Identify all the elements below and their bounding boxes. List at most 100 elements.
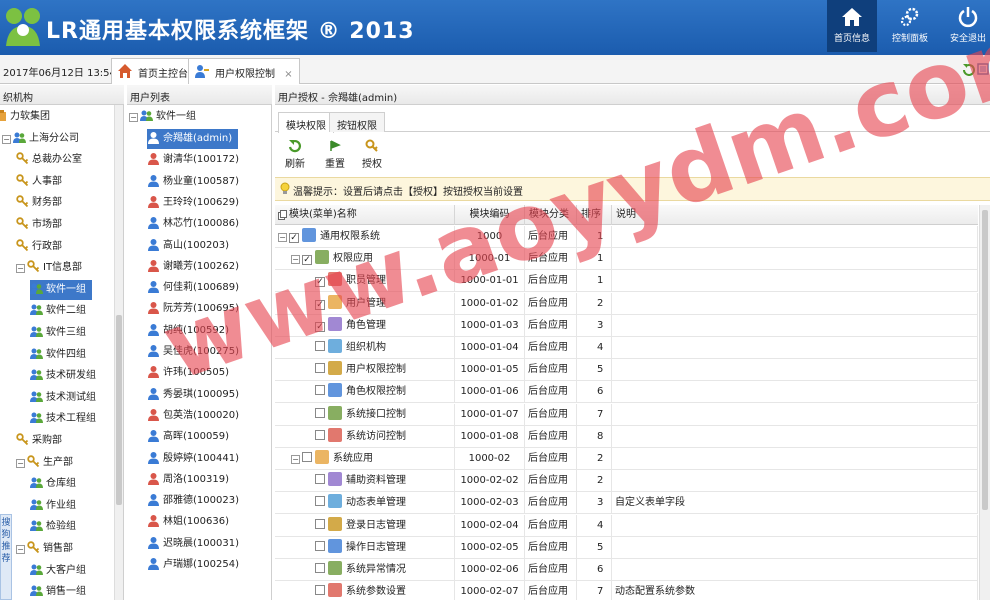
module-checkbox[interactable] bbox=[315, 563, 325, 573]
org-item[interactable]: 软件二组 bbox=[30, 301, 86, 321]
module-checkbox[interactable] bbox=[315, 385, 325, 396]
user-item[interactable]: 佘羯雄(admin) bbox=[147, 129, 239, 149]
home-info-button[interactable]: 首页信息 bbox=[827, 0, 877, 52]
col-order-header[interactable]: 排序 bbox=[577, 205, 612, 225]
module-checkbox[interactable]: ✓ bbox=[302, 255, 312, 266]
grid-row[interactable]: 辅助资料管理 1000-02-02 后台应用 2 bbox=[275, 470, 978, 493]
expand-toggle-icon[interactable]: − bbox=[278, 233, 287, 242]
org-item[interactable]: 财务部 bbox=[16, 193, 62, 213]
user-item[interactable]: 阮芳芳(100695) bbox=[147, 299, 239, 319]
grid-row[interactable]: − ✓ 权限应用 1000-01 后台应用 1 bbox=[275, 248, 978, 271]
org-item[interactable]: − 生产部 bbox=[16, 453, 73, 473]
org-item[interactable]: 技术测试组 bbox=[30, 388, 96, 408]
user-item[interactable]: 林芯竹(100086) bbox=[147, 214, 239, 234]
org-item[interactable]: 检验组 bbox=[30, 517, 76, 537]
expand-toggle-icon[interactable]: − bbox=[291, 255, 300, 265]
grid-row[interactable]: 组织机构 1000-01-04 后台应用 4 bbox=[275, 337, 978, 359]
org-item[interactable]: 技术工程组 bbox=[30, 409, 96, 429]
grid-row[interactable]: 动态表单管理 1000-02-03 后台应用 3 自定义表单字段 bbox=[275, 492, 978, 515]
grid-row[interactable]: ✓ 职员管理 1000-01-01 后台应用 1 bbox=[275, 270, 978, 293]
grid-row[interactable]: ✓ 用户管理 1000-01-02 后台应用 2 bbox=[275, 292, 978, 315]
user-item[interactable]: 何佳莉(100689) bbox=[147, 278, 239, 298]
grid-row[interactable]: 系统异常情况 1000-02-06 后台应用 6 bbox=[275, 559, 978, 581]
expand-toggle-icon[interactable]: − bbox=[16, 264, 25, 274]
refresh-button[interactable]: 刷新 bbox=[280, 139, 310, 170]
grid-row[interactable]: − ✓ 通用权限系统 1000 后台应用 1 bbox=[275, 226, 978, 248]
col-remark-header[interactable]: 说明 bbox=[612, 205, 978, 225]
module-checkbox[interactable] bbox=[315, 540, 325, 551]
expand-toggle-icon[interactable]: − bbox=[129, 113, 138, 122]
org-item[interactable]: 技术研发组 bbox=[30, 366, 96, 386]
org-item[interactable]: 软件一组 bbox=[30, 279, 92, 300]
org-scroll-thumb[interactable] bbox=[116, 315, 122, 505]
org-item[interactable]: − 销售部 bbox=[16, 539, 73, 559]
module-checkbox[interactable] bbox=[315, 429, 325, 440]
user-item[interactable]: 高晖(100059) bbox=[147, 427, 229, 447]
module-checkbox[interactable]: ✓ bbox=[315, 299, 325, 310]
tab-home-console[interactable]: 首页主控台 bbox=[111, 58, 195, 84]
expand-toggle-icon[interactable]: − bbox=[16, 458, 25, 468]
user-item[interactable]: 杨业童(100587) bbox=[147, 172, 239, 192]
grid-scroll-thumb[interactable] bbox=[982, 210, 988, 510]
fullscreen-icon[interactable] bbox=[977, 63, 989, 75]
module-checkbox[interactable] bbox=[315, 407, 325, 418]
grid-row[interactable]: 登录日志管理 1000-02-04 后台应用 4 bbox=[275, 514, 978, 537]
user-group[interactable]: − 软件一组 bbox=[129, 107, 196, 127]
user-item[interactable]: 林姐(100636) bbox=[147, 512, 229, 532]
col-category-header[interactable]: 模块分类 bbox=[525, 205, 577, 225]
expand-toggle-icon[interactable]: − bbox=[291, 455, 300, 464]
tab-user-permission[interactable]: 用户权限控制 × bbox=[188, 58, 300, 84]
grid-row[interactable]: ✓ 角色管理 1000-01-03 后台应用 3 bbox=[275, 314, 978, 337]
org-item[interactable]: 行政部 bbox=[16, 237, 62, 257]
user-item[interactable]: 秀晏琪(100095) bbox=[147, 385, 239, 405]
expand-toggle-icon[interactable]: − bbox=[2, 134, 11, 144]
col-name-header[interactable]: 模块(菜单)名称 bbox=[275, 205, 455, 225]
org-item[interactable]: 销售一组 bbox=[30, 582, 86, 600]
grid-row[interactable]: 系统接口控制 1000-01-07 后台应用 7 bbox=[275, 403, 978, 426]
user-item[interactable]: 谢曦芳(100262) bbox=[147, 257, 239, 277]
org-item[interactable]: 市场部 bbox=[16, 215, 62, 235]
org-item[interactable]: 采购部 bbox=[16, 431, 62, 451]
grid-row[interactable]: 系统参数设置 1000-02-07 后台应用 7 动态配置系统参数 bbox=[275, 581, 978, 600]
grid-row[interactable]: 操作日志管理 1000-02-05 后台应用 5 bbox=[275, 536, 978, 559]
grid-scrollbar[interactable] bbox=[979, 205, 990, 600]
user-item[interactable]: 迟晓晨(100031) bbox=[147, 534, 239, 554]
user-item[interactable]: 卢瑞娜(100254) bbox=[147, 555, 239, 575]
module-checkbox[interactable] bbox=[315, 496, 325, 507]
user-item[interactable]: 邵雅德(100023) bbox=[147, 491, 239, 511]
control-panel-button[interactable]: 控制面板 bbox=[885, 0, 935, 52]
module-checkbox[interactable] bbox=[315, 585, 325, 596]
module-checkbox[interactable]: ✓ bbox=[315, 277, 325, 288]
authorize-button[interactable]: 授权 bbox=[357, 139, 387, 170]
org-item[interactable]: 总裁办公室 bbox=[16, 150, 82, 170]
expand-toggle-icon[interactable]: − bbox=[16, 545, 25, 554]
module-checkbox[interactable] bbox=[315, 363, 325, 374]
module-checkbox[interactable] bbox=[302, 452, 312, 462]
user-item[interactable]: 殷婷婷(100441) bbox=[147, 449, 239, 469]
org-scrollbar[interactable] bbox=[114, 105, 123, 600]
module-checkbox[interactable] bbox=[315, 474, 325, 485]
module-checkbox[interactable]: ✓ bbox=[315, 321, 325, 332]
user-item[interactable]: 许玮(100505) bbox=[147, 363, 229, 383]
module-checkbox[interactable]: ✓ bbox=[289, 233, 299, 243]
org-item[interactable]: − IT信息部 bbox=[16, 258, 82, 278]
org-item[interactable]: 大客户组 bbox=[30, 561, 86, 581]
grid-row[interactable]: 角色权限控制 1000-01-06 后台应用 6 bbox=[275, 381, 978, 404]
col-code-header[interactable]: 模块编码 bbox=[455, 205, 525, 225]
grid-row[interactable]: 用户权限控制 1000-01-05 后台应用 5 bbox=[275, 359, 978, 382]
refresh-icon[interactable] bbox=[962, 63, 975, 76]
grid-row[interactable]: − 系统应用 1000-02 后台应用 2 bbox=[275, 448, 978, 470]
org-item[interactable]: 作业组 bbox=[30, 496, 76, 516]
module-checkbox[interactable] bbox=[315, 518, 325, 529]
user-item[interactable]: 王玲玲(100629) bbox=[147, 193, 239, 213]
org-item[interactable]: 软件四组 bbox=[30, 345, 86, 365]
user-item[interactable]: 胡纯(100592) bbox=[147, 321, 229, 341]
sogou-sticker[interactable]: 搜狗推荐 bbox=[0, 514, 12, 600]
org-item[interactable]: 人事部 bbox=[16, 172, 62, 192]
grid-row[interactable]: 系统访问控制 1000-01-08 后台应用 8 bbox=[275, 425, 978, 448]
user-item[interactable]: 高山(100203) bbox=[147, 236, 229, 256]
user-item[interactable]: 谢清华(100172) bbox=[147, 150, 239, 170]
close-tab-icon[interactable]: × bbox=[284, 69, 292, 80]
org-item[interactable]: − 上海分公司 bbox=[2, 129, 79, 149]
user-item[interactable]: 吴佳虎(100275) bbox=[147, 342, 239, 362]
